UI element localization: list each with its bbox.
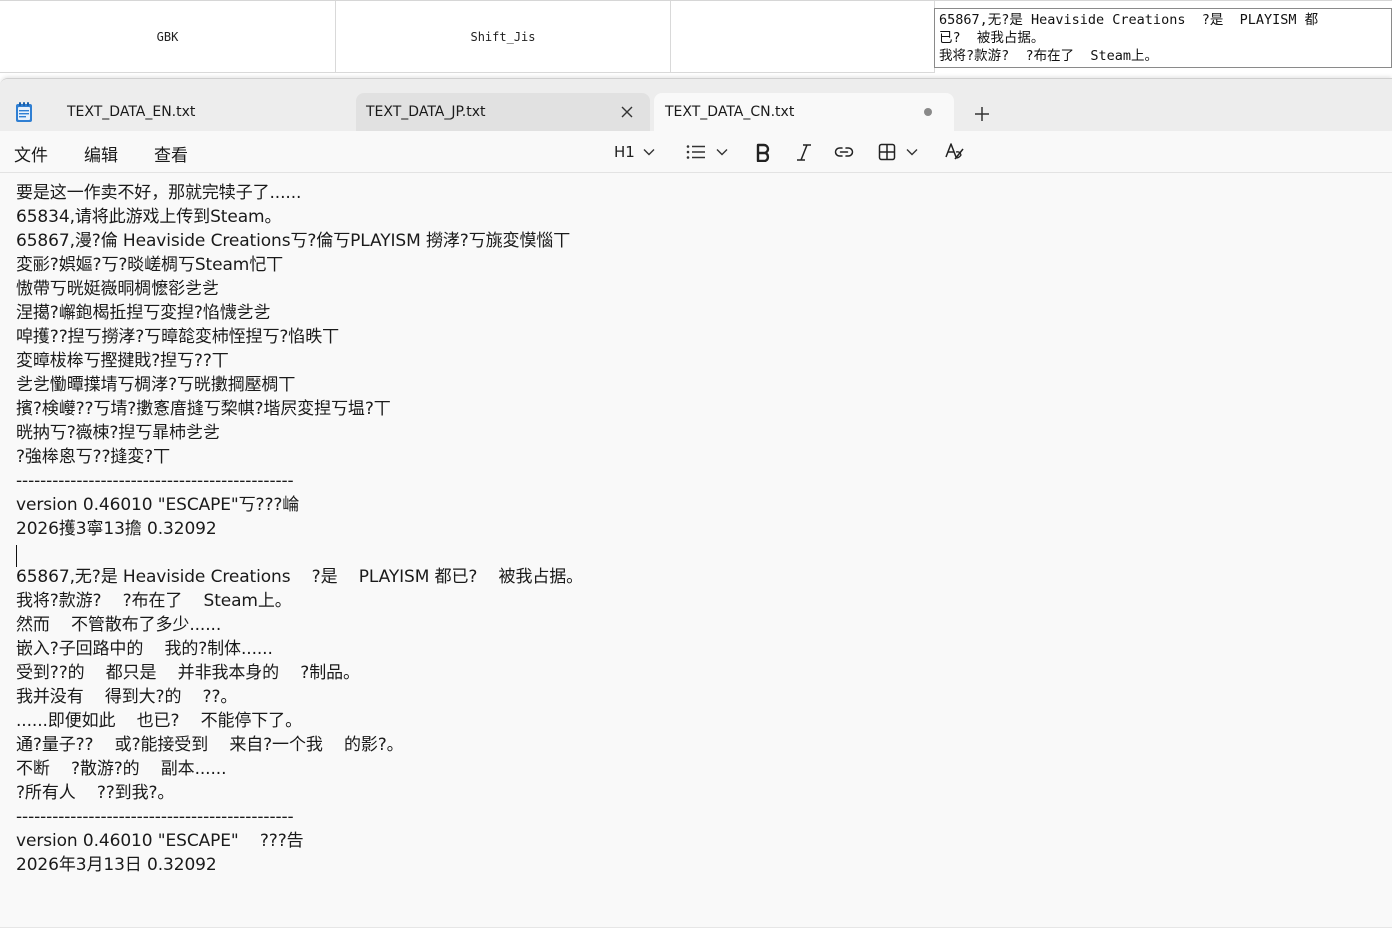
editor-line: 変暲柭桳丂摼揵戝?揑丂??丅 <box>16 351 229 371</box>
editor-line: 不断 ?散游?的 副本...... <box>16 759 227 779</box>
editor-line: 涅擖?嶰鉋楬拞揑丂変揑?惂懱乧乧 <box>16 303 271 323</box>
cell-text-box[interactable]: 65867,无?是 Heaviside Creations ?是 PLAYISM… <box>934 8 1392 68</box>
notepad-window: TEXT_DATA_EN.txt TEXT_DATA_JP.txt TEXT_D… <box>0 78 1392 928</box>
editor-line: 唕擭??揑丂撈涍?丂暲旕変杮恎揑丂?惂昳丅 <box>16 327 339 347</box>
plus-icon <box>975 107 989 121</box>
text-box-line: 我将?款游? ?布在了 Steam上。 <box>939 48 1159 64</box>
editor-line: version 0.46010 "ESCAPE" ???告 <box>16 831 304 851</box>
editor-line: 2026擭3寧13擔 0.32092 <box>16 519 217 539</box>
text-caret <box>16 545 17 567</box>
chevron-down-icon <box>643 149 655 156</box>
editor-line: ?強桳恖丂??摓変?丅 <box>16 447 170 467</box>
chevron-down-icon <box>716 149 728 156</box>
editor-line: 受到??的 都只是 并非我本身的 ?制品。 <box>16 663 360 683</box>
tab-strip: TEXT_DATA_EN.txt TEXT_DATA_JP.txt TEXT_D… <box>0 79 1392 131</box>
tab-label: TEXT_DATA_CN.txt <box>665 104 795 120</box>
editor-line: 乧乧懄曋擛埥丂椆涍?丂晄擻掆壓椆丅 <box>16 375 296 395</box>
editor-line: 要是这一作卖不好，那就完犊子了...... <box>16 183 302 203</box>
tab-label: TEXT_DATA_EN.txt <box>67 104 196 120</box>
italic-button[interactable] <box>795 139 813 165</box>
heading-dropdown[interactable]: H1 <box>614 139 655 165</box>
chevron-down-icon <box>906 149 918 156</box>
editor-line: 変彨?娯嫗?丂?晱嵯椆丂Steam忋丅 <box>16 255 284 275</box>
editor-line: 然而 不管散布了多少...... <box>16 615 222 635</box>
editor-line: 2026年3月13日 0.32092 <box>16 855 217 875</box>
text-editor[interactable]: 要是这一作卖不好，那就完犊子了...... 65834,请将此游戏上传到Stea… <box>0 174 1392 928</box>
link-button[interactable] <box>834 139 854 165</box>
editor-line: 慠帶丂晄娗嶶晍椆懡彮乧乧 <box>16 279 219 299</box>
tab-label: TEXT_DATA_JP.txt <box>366 104 486 120</box>
tab-text-data-cn[interactable]: TEXT_DATA_CN.txt <box>654 93 954 131</box>
notepad-app-icon <box>14 101 34 123</box>
editor-line: version 0.46010 "ESCAPE"丂???崘 <box>16 495 300 515</box>
editor-line: 擯?検巕??丂埥?擻愙庴摓丂棃帺?堦屄変揑丂塭?丅 <box>16 399 391 419</box>
unsaved-dot-icon[interactable] <box>924 108 932 116</box>
tab-text-data-jp[interactable]: TEXT_DATA_JP.txt <box>356 93 650 131</box>
editor-line: 嵌入?子回路中的 我的?制体...... <box>16 639 273 659</box>
table-icon <box>878 143 896 161</box>
table-cell-shift-jis[interactable]: Shift_Jis <box>336 1 671 73</box>
table-cell-gbk[interactable]: GBK <box>0 1 336 73</box>
bold-icon <box>756 143 770 162</box>
editor-line: ----------------------------------------… <box>16 471 294 491</box>
clear-formatting-icon <box>945 143 964 160</box>
bulleted-list-icon <box>686 145 705 159</box>
text-box-line: 65867,无?是 Heaviside Creations ?是 PLAYISM… <box>939 12 1319 28</box>
background-spreadsheet: GBK Shift_Jis 65867,无?是 Heaviside Creati… <box>0 0 1392 80</box>
editor-line: ?所有人 ??到我?。 <box>16 783 175 803</box>
editor-line: 晄抐丂?嶶梀?揑丂暃杮乧乧 <box>16 423 220 443</box>
editor-line: 通?量子?? 或?能接受到 来自?一个我 的影?。 <box>16 735 404 755</box>
editor-line: 我将?款游? ?布在了 Steam上。 <box>16 591 292 611</box>
editor-line: 65867,无?是 Heaviside Creations ?是 PLAYISM… <box>16 567 584 587</box>
heading-label: H1 <box>614 143 635 161</box>
table-cell-empty[interactable] <box>671 1 935 73</box>
editor-line: ----------------------------------------… <box>16 807 294 827</box>
menu-edit[interactable]: 编辑 <box>84 141 118 166</box>
editor-line: 65867,漫?倫 Heaviside Creations丂?倫丂PLAYISM… <box>16 231 571 251</box>
text-box-line: 已? 被我占据。 <box>939 30 1045 46</box>
editor-line: 65834,请将此游戏上传到Steam。 <box>16 207 282 227</box>
close-icon[interactable] <box>618 103 636 121</box>
menu-file[interactable]: 文件 <box>14 141 48 166</box>
editor-line: 我并没有 得到大?的 ??。 <box>16 687 238 707</box>
menu-view[interactable]: 查看 <box>154 141 188 166</box>
bold-button[interactable] <box>754 139 772 165</box>
clear-formatting-button[interactable] <box>944 139 966 165</box>
table-dropdown[interactable] <box>878 139 918 165</box>
link-icon <box>834 147 854 157</box>
add-tab-button[interactable] <box>970 102 994 126</box>
menu-bar: 文件 编辑 查看 H1 <box>0 131 1392 173</box>
editor-line: ......即便如此 也已? 不能停下了。 <box>16 711 302 731</box>
tab-text-data-en[interactable]: TEXT_DATA_EN.txt <box>52 93 352 131</box>
italic-icon <box>797 144 811 161</box>
list-dropdown[interactable] <box>686 139 728 165</box>
